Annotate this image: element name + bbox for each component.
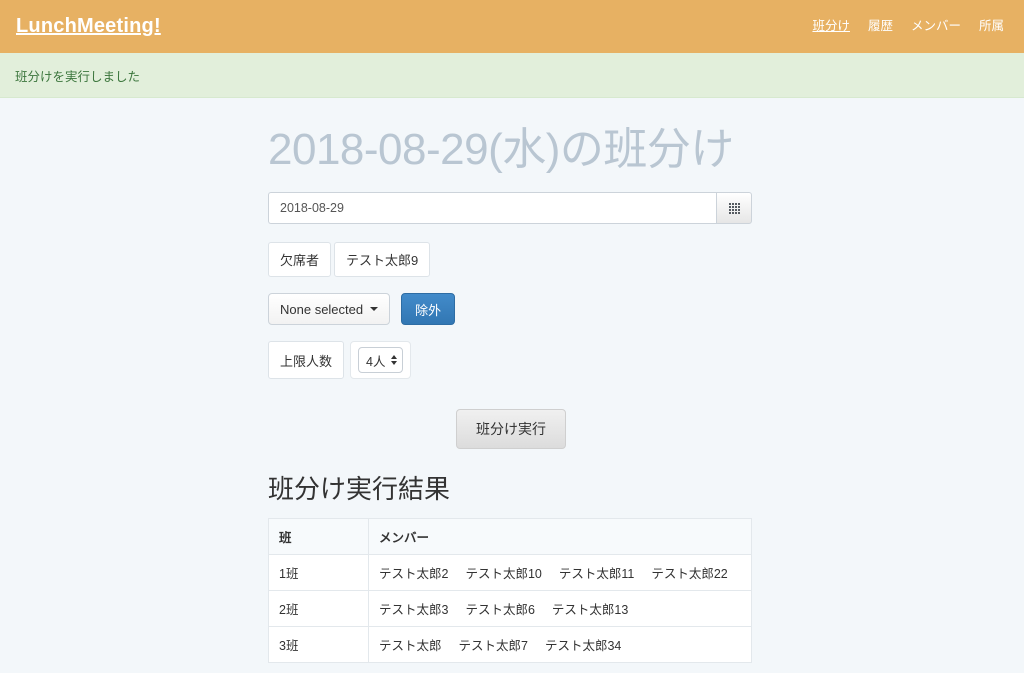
result-table: 班 メンバー 1班 テスト太郎2 テスト太郎10 テスト太郎11 テスト太郎22 <box>268 518 752 664</box>
member-list: テスト太郎3 テスト太郎6 テスト太郎13 <box>379 599 741 618</box>
brand-logo[interactable]: LunchMeeting! <box>16 15 161 38</box>
table-header-row: 班 メンバー <box>268 518 752 556</box>
submit-row: 班分け実行 <box>268 395 754 469</box>
table-row: 2班 テスト太郎3 テスト太郎6 テスト太郎13 <box>268 590 752 628</box>
member-name: テスト太郎3 <box>379 603 449 618</box>
exclude-button[interactable]: 除外 <box>401 293 456 326</box>
page-container: 2018-08-29(水)の班分け 欠席者 テスト太郎9 None select… <box>0 98 1024 664</box>
content-column: 2018-08-29(水)の班分け 欠席者 テスト太郎9 None select… <box>268 98 754 664</box>
group-name: 2班 <box>268 590 369 628</box>
up-down-spinner-icon[interactable] <box>391 355 398 366</box>
success-alert: 班分けを実行しました <box>0 53 1024 98</box>
exclude-dropdown-label: None selected <box>280 301 364 317</box>
exclude-member-dropdown[interactable]: None selected <box>268 293 391 326</box>
group-members: テスト太郎2 テスト太郎10 テスト太郎11 テスト太郎22 <box>368 554 752 592</box>
date-input[interactable] <box>268 192 716 225</box>
group-name: 1班 <box>268 554 369 592</box>
alert-message: 班分けを実行しました <box>15 69 141 84</box>
date-input-group <box>268 192 752 225</box>
table-row: 3班 テスト太郎 テスト太郎7 テスト太郎34 <box>268 626 752 663</box>
th-grid-icon <box>728 202 740 214</box>
result-heading: 班分け実行結果 <box>268 474 451 505</box>
nav-links: 班分け 履歴 メンバー 所属 <box>812 19 1008 34</box>
group-members: テスト太郎3 テスト太郎6 テスト太郎13 <box>368 590 752 628</box>
page-title: 2018-08-29(水)の班分け <box>268 125 734 174</box>
calendar-picker-button[interactable] <box>716 192 752 225</box>
member-name: テスト太郎22 <box>651 567 728 582</box>
member-name: テスト太郎13 <box>551 603 629 618</box>
nav-link-groups[interactable]: 班分け <box>812 19 850 34</box>
member-list: テスト太郎 テスト太郎7 テスト太郎34 <box>379 635 741 654</box>
nav-link-history[interactable]: 履歴 <box>868 19 893 34</box>
member-list: テスト太郎2 テスト太郎10 テスト太郎11 テスト太郎22 <box>379 563 741 582</box>
member-name: テスト太郎6 <box>465 603 535 618</box>
capacity-row: 上限人数 4人 <box>268 341 754 380</box>
capacity-label: 上限人数 <box>268 341 345 380</box>
member-name: テスト太郎2 <box>379 567 449 582</box>
exclude-row: None selected 除外 <box>268 293 754 326</box>
absentee-label: 欠席者 <box>268 242 332 278</box>
table-row: 1班 テスト太郎2 テスト太郎10 テスト太郎11 テスト太郎22 <box>268 554 752 592</box>
member-name: テスト太郎11 <box>558 567 635 582</box>
navbar: LunchMeeting! 班分け 履歴 メンバー 所属 <box>0 0 1024 53</box>
chevron-down-icon <box>370 307 379 312</box>
capacity-stepper[interactable]: 4人 <box>358 347 404 374</box>
group-members: テスト太郎 テスト太郎7 テスト太郎34 <box>369 627 752 663</box>
nav-link-affiliation[interactable]: 所属 <box>979 19 1004 34</box>
member-name: テスト太郎7 <box>458 639 528 654</box>
member-name: テスト太郎 <box>379 639 442 654</box>
absentee-row: 欠席者 テスト太郎9 <box>268 242 754 278</box>
column-header-group: 班 <box>268 518 369 556</box>
absentee-value: テスト太郎9 <box>334 242 431 278</box>
capacity-select-wrapper: 4人 <box>350 341 412 380</box>
column-header-members: メンバー <box>368 518 752 556</box>
result-table-body: 1班 テスト太郎2 テスト太郎10 テスト太郎11 テスト太郎22 2班 テスト… <box>268 554 752 663</box>
member-name: テスト太郎34 <box>544 639 622 654</box>
member-name: テスト太郎10 <box>465 567 542 582</box>
capacity-value: 4人 <box>366 354 386 369</box>
nav-link-members[interactable]: メンバー <box>911 19 961 34</box>
group-name: 3班 <box>268 626 369 663</box>
run-grouping-button[interactable]: 班分け実行 <box>456 409 566 450</box>
